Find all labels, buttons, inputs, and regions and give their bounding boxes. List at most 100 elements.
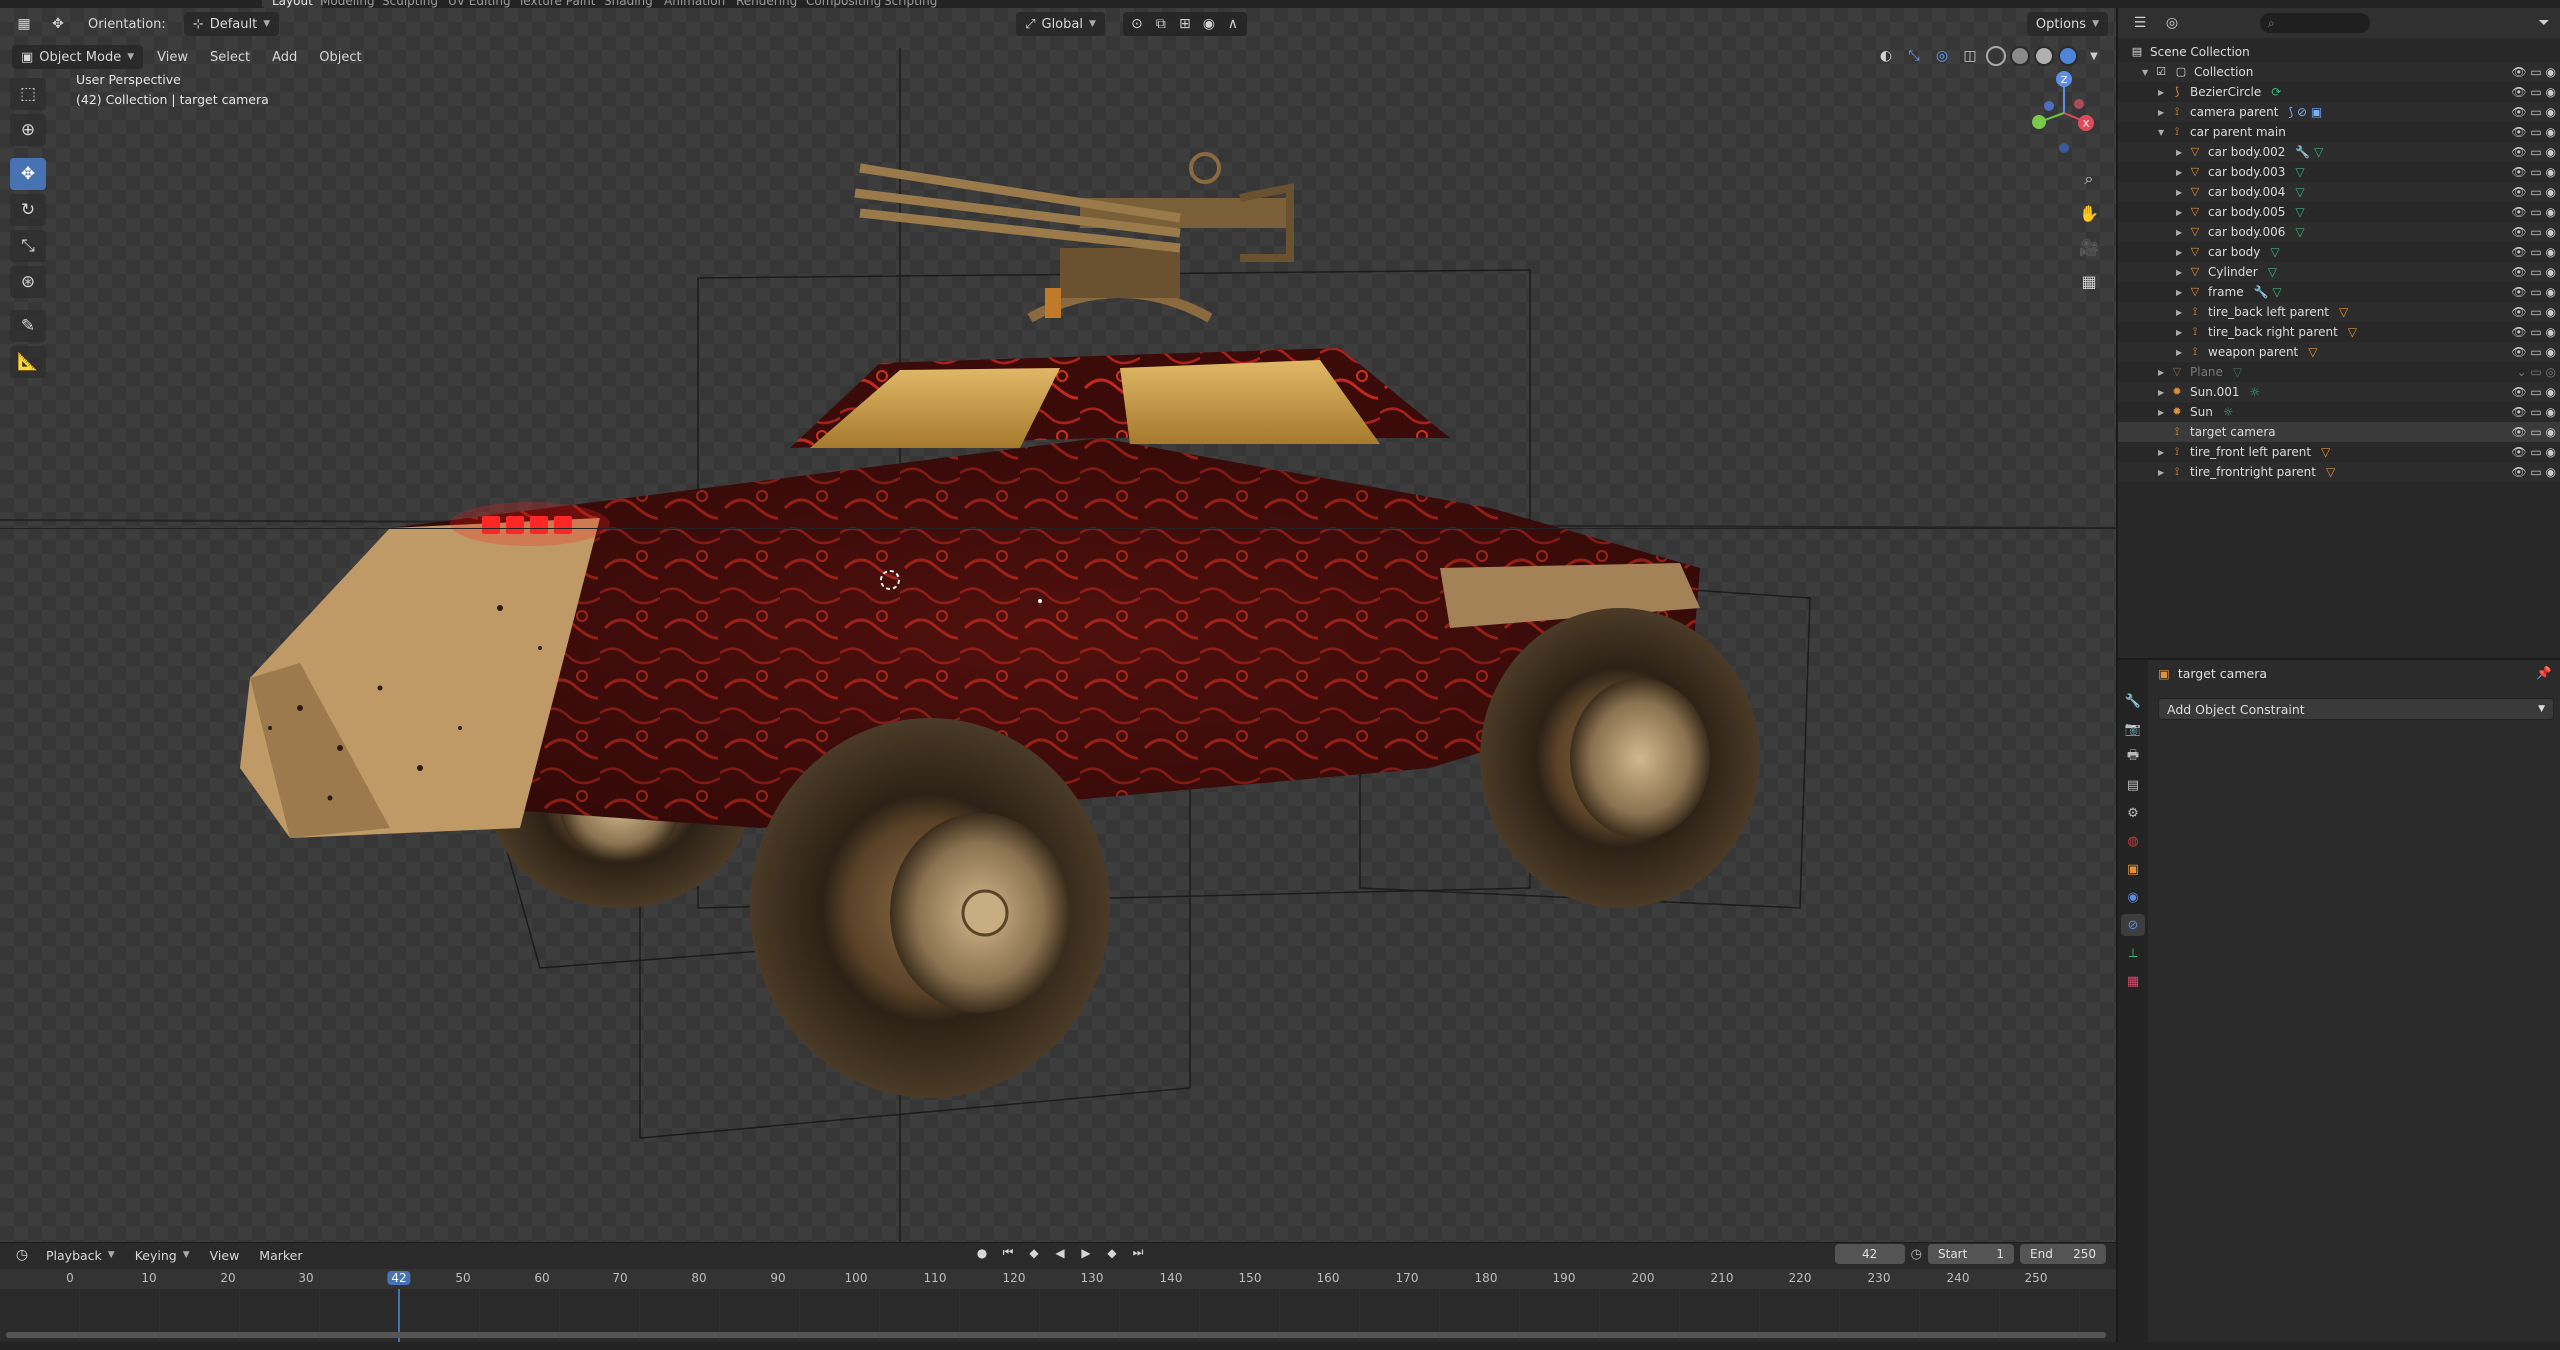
item-visibility[interactable]: 👁 ▭ ◉ — [2511, 105, 2556, 119]
chevron-right-icon[interactable]: ▶ — [2176, 328, 2188, 337]
timeline-editor-type-icon[interactable]: ◷ — [10, 1243, 34, 1267]
proportional-edit-icon[interactable]: ◉ — [1197, 12, 1221, 36]
texture-tab-icon[interactable]: ▦ — [2121, 970, 2145, 992]
workspace-tab-uv-editing[interactable]: UV Editing — [448, 0, 511, 8]
chevron-right-icon[interactable]: ▶ — [2158, 468, 2170, 477]
item-visibility[interactable]: 👁 ▭ ◉ — [2511, 185, 2556, 199]
chevron-right-icon[interactable]: ▶ — [2176, 348, 2188, 357]
annotate-tool-icon[interactable]: ✎ — [10, 310, 46, 342]
current-frame-indicator[interactable]: 42 — [387, 1271, 411, 1285]
chevron-right-icon[interactable]: ▶ — [2176, 148, 2188, 157]
outliner-item[interactable]: ▶ ▽ car body.005 ▽ 👁 ▭ ◉ — [2118, 202, 2560, 222]
checkbox-icon[interactable]: ☑ — [2154, 65, 2168, 79]
3d-viewport[interactable]: ▦ ✥ Orientation: ⊹ Default ▼ ⤢ Global ▼ … — [0, 8, 2116, 1242]
item-visibility[interactable]: 👁 ▭ ◉ — [2511, 165, 2556, 179]
pan-hand-icon[interactable]: ✋ — [2076, 200, 2102, 226]
transform-tool-icon[interactable]: ✥ — [46, 12, 70, 36]
transform-space-dropdown[interactable]: ⤢ Global ▼ — [1016, 12, 1105, 36]
chevron-right-icon[interactable]: ▶ — [2176, 308, 2188, 317]
ortho-grid-icon[interactable]: ▦ — [2076, 268, 2102, 294]
play-icon[interactable]: ▶ — [1076, 1246, 1096, 1260]
chevron-right-icon[interactable]: ▶ — [2176, 168, 2188, 177]
menu-view[interactable]: View — [149, 45, 196, 69]
rotate-tool-icon[interactable]: ↻ — [10, 194, 46, 226]
navigation-gizmo[interactable]: Z X — [2020, 68, 2100, 158]
material-shading-icon[interactable] — [2034, 46, 2054, 66]
chevron-right-icon[interactable]: ▶ — [2176, 288, 2188, 297]
chevron-right-icon[interactable]: ▶ — [2158, 88, 2170, 97]
timeline-scrollbar[interactable] — [6, 1332, 2106, 1338]
chevron-right-icon[interactable]: ▶ — [2176, 268, 2188, 277]
menu-timeline-view[interactable]: View — [202, 1245, 248, 1265]
outliner-item[interactable]: ▶ ⟟ tire_back right parent ▽ 👁 ▭ ◉ — [2118, 322, 2560, 342]
item-visibility[interactable]: 👁 ▭ ◉ — [2511, 145, 2556, 159]
output-tab-icon[interactable]: 🖶 — [2121, 746, 2145, 768]
current-frame-field[interactable]: 42 — [1834, 1244, 1905, 1264]
item-visibility[interactable]: 👁 ▭ ◉ — [2511, 265, 2556, 279]
outliner-item[interactable]: ▶ ⟟ tire_back left parent ▽ 👁 ▭ ◉ — [2118, 302, 2560, 322]
pivot-icon[interactable]: ⊙ — [1125, 12, 1149, 36]
chevron-right-icon[interactable]: ▶ — [2176, 228, 2188, 237]
outliner-item[interactable]: ▼ ⟟ car parent main 👁 ▭ ◉ — [2118, 122, 2560, 142]
item-visibility[interactable]: 👁 ▭ ◉ — [2511, 425, 2556, 439]
menu-object[interactable]: Object — [311, 45, 369, 69]
item-visibility[interactable]: 👁 ▭ ◉ — [2511, 385, 2556, 399]
falloff-icon[interactable]: ∧ — [1221, 12, 1245, 36]
wireframe-shading-icon[interactable] — [1986, 46, 2006, 66]
overlay-toggle-icon[interactable]: ◎ — [1930, 44, 1954, 68]
scene-tab-icon[interactable]: ⚙ — [2121, 802, 2145, 824]
menu-playback[interactable]: Playback ▼ — [38, 1245, 123, 1265]
camera-view-icon[interactable]: 🎥 — [2076, 234, 2102, 260]
visibility-selectability-icon[interactable]: ◐ — [1874, 44, 1898, 68]
jump-start-icon[interactable]: ⏮ — [998, 1245, 1018, 1260]
snap-target-icon[interactable]: ⊞ — [1173, 12, 1197, 36]
snap-icon[interactable]: ⧉ — [1149, 12, 1173, 36]
chevron-right-icon[interactable]: ▶ — [2176, 248, 2188, 257]
outliner-item[interactable]: ▶ ▽ car body.002 🔧 ▽ 👁 ▭ ◉ — [2118, 142, 2560, 162]
workspace-tab-shading[interactable]: Shading — [604, 0, 653, 8]
item-visibility[interactable]: ⌄ ▭ ◎ — [2517, 365, 2557, 379]
menu-select[interactable]: Select — [202, 45, 258, 69]
display-mode-icon[interactable]: ◎ — [2160, 11, 2184, 35]
item-visibility[interactable]: 👁 ▭ ◉ — [2511, 465, 2556, 479]
outliner-item[interactable]: ▶ ⟟ tire_front left parent ▽ 👁 ▭ ◉ — [2118, 442, 2560, 462]
item-visibility[interactable]: 👁 ▭ ◉ — [2511, 245, 2556, 259]
outliner-collection[interactable]: ▼ ☑ ▢ Collection 👁 ▭ ◉ — [2118, 62, 2560, 82]
chevron-right-icon[interactable]: ▶ — [2176, 188, 2188, 197]
editor-type-icon[interactable]: ▦ — [12, 12, 36, 36]
collection-visibility[interactable]: 👁 ▭ ◉ — [2511, 65, 2556, 79]
workspace-tab-compositing[interactable]: Compositing — [806, 0, 881, 8]
chevron-right-icon[interactable]: ▶ — [2158, 408, 2170, 417]
menu-add[interactable]: Add — [264, 45, 305, 69]
chevron-right-icon[interactable]: ▶ — [2158, 388, 2170, 397]
zoom-icon[interactable]: ⌕ — [2076, 166, 2102, 192]
outliner-item[interactable]: ▶ ▽ car body ▽ 👁 ▭ ◉ — [2118, 242, 2560, 262]
workspace-tab-animation[interactable]: Animation — [664, 0, 725, 8]
outliner-item[interactable]: ▶ ⟟ tire_frontright parent ▽ 👁 ▭ ◉ — [2118, 462, 2560, 482]
xray-toggle-icon[interactable]: ◫ — [1958, 44, 1982, 68]
object-tab-icon[interactable]: ▣ — [2121, 858, 2145, 880]
start-frame-field[interactable]: Start 1 — [1928, 1244, 2014, 1264]
outliner-item[interactable]: ▶ ▽ frame 🔧 ▽ 👁 ▭ ◉ — [2118, 282, 2560, 302]
solid-shading-icon[interactable] — [2010, 46, 2030, 66]
outliner-search-input[interactable]: ⌕ — [2260, 13, 2370, 33]
item-visibility[interactable]: 👁 ▭ ◉ — [2511, 205, 2556, 219]
constraint-tab-icon[interactable]: ⊘ — [2121, 914, 2145, 936]
item-visibility[interactable]: 👁 ▭ ◉ — [2511, 285, 2556, 299]
chevron-down-icon[interactable]: ▼ — [2158, 128, 2170, 137]
play-reverse-icon[interactable]: ◀ — [1050, 1246, 1070, 1260]
filter-icon[interactable]: ⏷ — [2532, 11, 2556, 35]
workspace-tab-layout[interactable]: Layout — [262, 0, 323, 8]
chevron-right-icon[interactable]: ▶ — [2158, 108, 2170, 117]
outliner-item[interactable]: ▶ ▽ car body.004 ▽ 👁 ▭ ◉ — [2118, 182, 2560, 202]
workspace-tab-sculpting[interactable]: Sculpting — [382, 0, 438, 8]
chevron-right-icon[interactable]: ▶ — [2158, 448, 2170, 457]
measure-tool-icon[interactable]: 📐 — [10, 346, 46, 378]
add-object-constraint-dropdown[interactable]: Add Object Constraint ▼ — [2158, 698, 2554, 720]
outliner-item[interactable]: ▶ ▽ car body.003 ▽ 👁 ▭ ◉ — [2118, 162, 2560, 182]
tool-tab-icon[interactable]: 🔧 — [2121, 690, 2145, 712]
rendered-shading-icon[interactable] — [2058, 46, 2078, 66]
world-tab-icon[interactable]: ◍ — [2121, 830, 2145, 852]
mode-dropdown[interactable]: ▣ Object Mode ▼ — [12, 45, 144, 69]
outliner-item[interactable]: ▶ ▽ Cylinder ▽ 👁 ▭ ◉ — [2118, 262, 2560, 282]
